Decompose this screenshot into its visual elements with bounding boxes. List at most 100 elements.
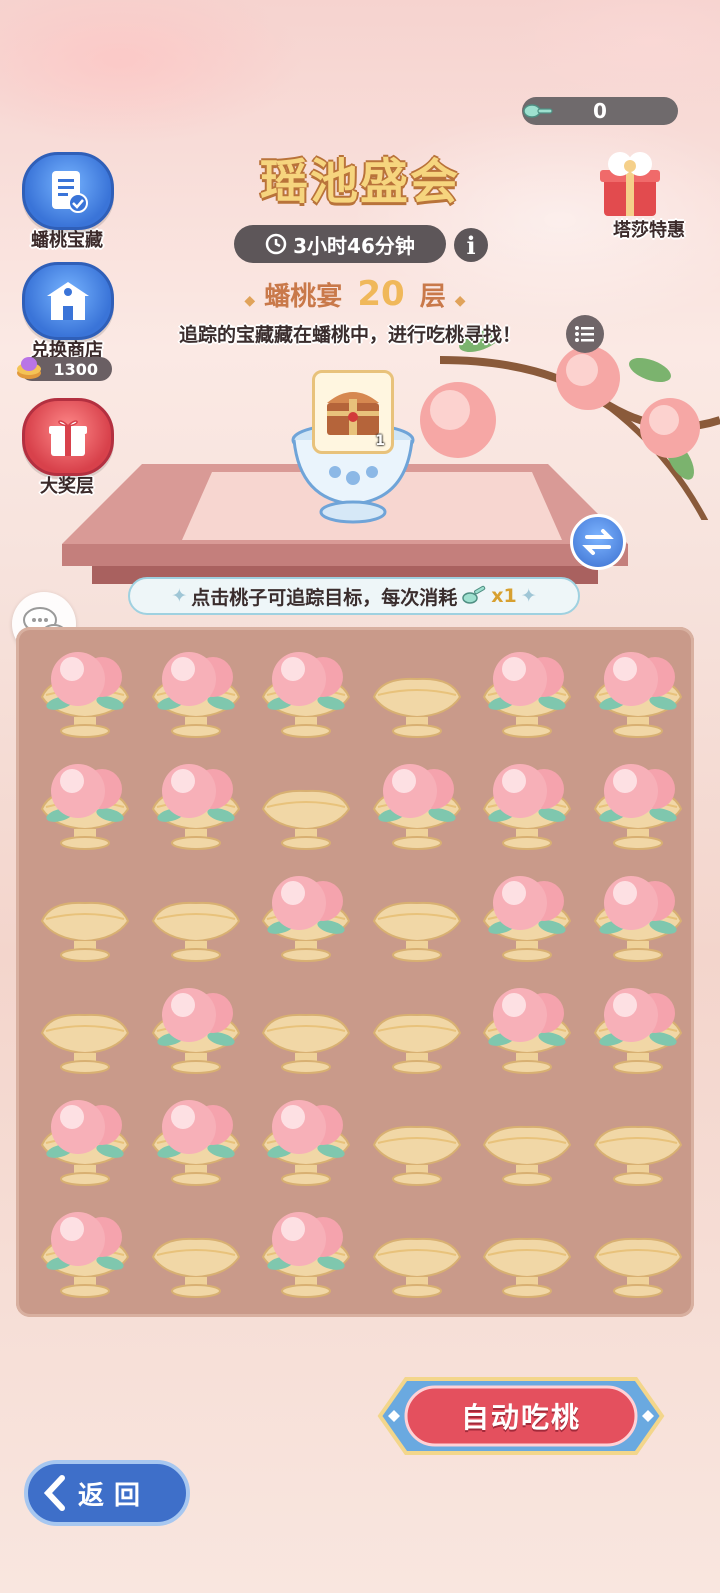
peach-bowl-cell[interactable] bbox=[362, 749, 472, 859]
peach-icon bbox=[593, 764, 682, 850]
empty-bowl-cell bbox=[362, 973, 472, 1083]
empty-bowl-icon bbox=[372, 1125, 461, 1186]
empty-bowl-cell bbox=[251, 973, 361, 1083]
peach-bowl-cell[interactable] bbox=[141, 749, 251, 859]
spoon-icon bbox=[462, 585, 486, 604]
empty-bowl-icon bbox=[593, 1125, 682, 1186]
document-icon bbox=[52, 171, 88, 213]
auto-eat-button[interactable]: 自动吃桃 bbox=[376, 1375, 666, 1457]
peach-icon bbox=[151, 652, 240, 738]
peach-icon bbox=[261, 1212, 351, 1298]
auto-eat-label: 自动吃桃 bbox=[460, 1401, 581, 1434]
peach-bowl-cell[interactable] bbox=[472, 861, 582, 971]
spoon-count: 0 bbox=[593, 99, 607, 123]
back-button[interactable]: 返回 bbox=[22, 1458, 192, 1528]
exchange-shop-button[interactable]: 兑换商店 bbox=[22, 262, 114, 362]
peach-icon bbox=[40, 764, 130, 850]
peach-bowl-cell[interactable] bbox=[472, 749, 582, 859]
peach-bowl-cell[interactable] bbox=[141, 1085, 251, 1195]
peach-bowl-cell[interactable] bbox=[583, 861, 693, 971]
peach-bowl-cell[interactable] bbox=[141, 637, 251, 747]
peach-icon bbox=[593, 652, 682, 738]
peach-icon bbox=[40, 652, 130, 738]
empty-bowl-cell bbox=[472, 1197, 582, 1307]
peach-icon bbox=[593, 876, 682, 962]
empty-bowl-icon bbox=[261, 789, 351, 850]
treasure-button[interactable]: 蟠桃宝藏 bbox=[22, 152, 114, 252]
empty-bowl-icon bbox=[372, 1237, 461, 1298]
peach-bowl-cell[interactable] bbox=[30, 1197, 140, 1307]
empty-bowl-cell bbox=[141, 861, 251, 971]
empty-bowl-cell bbox=[30, 861, 140, 971]
swap-button[interactable] bbox=[570, 514, 626, 570]
shop-icon bbox=[47, 282, 89, 320]
empty-bowl-cell bbox=[583, 1197, 693, 1307]
peach-icon bbox=[261, 1100, 351, 1186]
list-icon bbox=[575, 326, 594, 342]
peach-icon bbox=[482, 764, 572, 850]
floor-suffix: 层 bbox=[419, 282, 446, 312]
peach-icon bbox=[151, 764, 240, 850]
event-title: 瑶池盛会 bbox=[259, 154, 460, 210]
info-button[interactable]: i bbox=[454, 228, 488, 262]
gift-box-icon bbox=[600, 152, 660, 216]
treasure-badge bbox=[22, 152, 114, 230]
diamond-icon: ◆ bbox=[454, 293, 466, 309]
tip-text: 点击桃子可追踪目标，每次消耗 bbox=[191, 586, 458, 609]
gift-icon bbox=[49, 420, 87, 456]
empty-bowl-cell bbox=[30, 973, 140, 1083]
back-label: 返回 bbox=[78, 1480, 151, 1511]
diamond-icon: ◆ bbox=[244, 293, 256, 309]
empty-bowl-cell bbox=[362, 637, 472, 747]
peach-icon bbox=[151, 988, 240, 1074]
peach-bowl-cell[interactable] bbox=[583, 637, 693, 747]
shop-badge bbox=[22, 262, 114, 340]
floor-indicator: ◆ 蟠桃宴 20 层 ◆ bbox=[232, 274, 478, 314]
empty-bowl-icon bbox=[482, 1125, 572, 1186]
peach-icon bbox=[482, 876, 572, 962]
peach-bowl-cell[interactable] bbox=[583, 973, 693, 1083]
spoon-icon bbox=[523, 104, 553, 118]
peach-icon bbox=[261, 876, 351, 962]
peach-bowl-cell[interactable] bbox=[141, 973, 251, 1083]
peach-bowl-cell[interactable] bbox=[251, 1085, 361, 1195]
floor-number: 20 bbox=[357, 274, 405, 314]
peach-bowl-cell[interactable] bbox=[472, 637, 582, 747]
empty-bowl-icon bbox=[151, 901, 240, 962]
peach-bowl-cell[interactable] bbox=[30, 1085, 140, 1195]
treasure-chest-reward[interactable]: 1 bbox=[312, 370, 394, 454]
empty-bowl-cell bbox=[251, 749, 361, 859]
special-offer-button[interactable] bbox=[598, 148, 662, 218]
tip-cost: x1 bbox=[491, 585, 517, 607]
coin-amount: 1300 bbox=[53, 359, 98, 379]
floor-prefix: 蟠桃宴 bbox=[264, 282, 343, 312]
empty-bowl-icon bbox=[151, 1237, 240, 1298]
coin-stack-icon bbox=[17, 357, 41, 379]
empty-bowl-icon bbox=[372, 901, 461, 962]
empty-bowl-cell bbox=[362, 1197, 472, 1307]
empty-bowl-icon bbox=[593, 1237, 682, 1298]
empty-bowl-cell bbox=[362, 1085, 472, 1195]
sparkle-icon: ✦ bbox=[520, 585, 537, 607]
peach-icon bbox=[482, 652, 572, 738]
peach-bowl-cell[interactable] bbox=[583, 749, 693, 859]
empty-bowl-cell bbox=[141, 1197, 251, 1307]
peach-icon bbox=[151, 1100, 240, 1186]
hint-text: 追踪的宝藏藏在蟠桃中，进行吃桃寻找！ bbox=[178, 324, 521, 346]
peach-bowl-cell[interactable] bbox=[472, 973, 582, 1083]
empty-bowl-cell bbox=[472, 1085, 582, 1195]
empty-bowl-cell bbox=[583, 1085, 693, 1195]
empty-bowl-icon bbox=[372, 677, 461, 738]
peach-bowl-cell[interactable] bbox=[30, 749, 140, 859]
peach-bowl-cell[interactable] bbox=[30, 637, 140, 747]
spoon-counter: 0 bbox=[522, 97, 678, 125]
special-offer-label: 塔莎特惠 bbox=[613, 220, 685, 241]
rules-list-button[interactable] bbox=[566, 315, 604, 353]
peach-bowl-cell[interactable] bbox=[251, 637, 361, 747]
peach-bowl-cell[interactable] bbox=[251, 861, 361, 971]
clock-icon bbox=[265, 233, 287, 255]
peach-icon bbox=[593, 988, 682, 1074]
peach-icon bbox=[261, 652, 351, 738]
empty-bowl-icon bbox=[40, 901, 130, 962]
peach-bowl-cell[interactable] bbox=[251, 1197, 361, 1307]
